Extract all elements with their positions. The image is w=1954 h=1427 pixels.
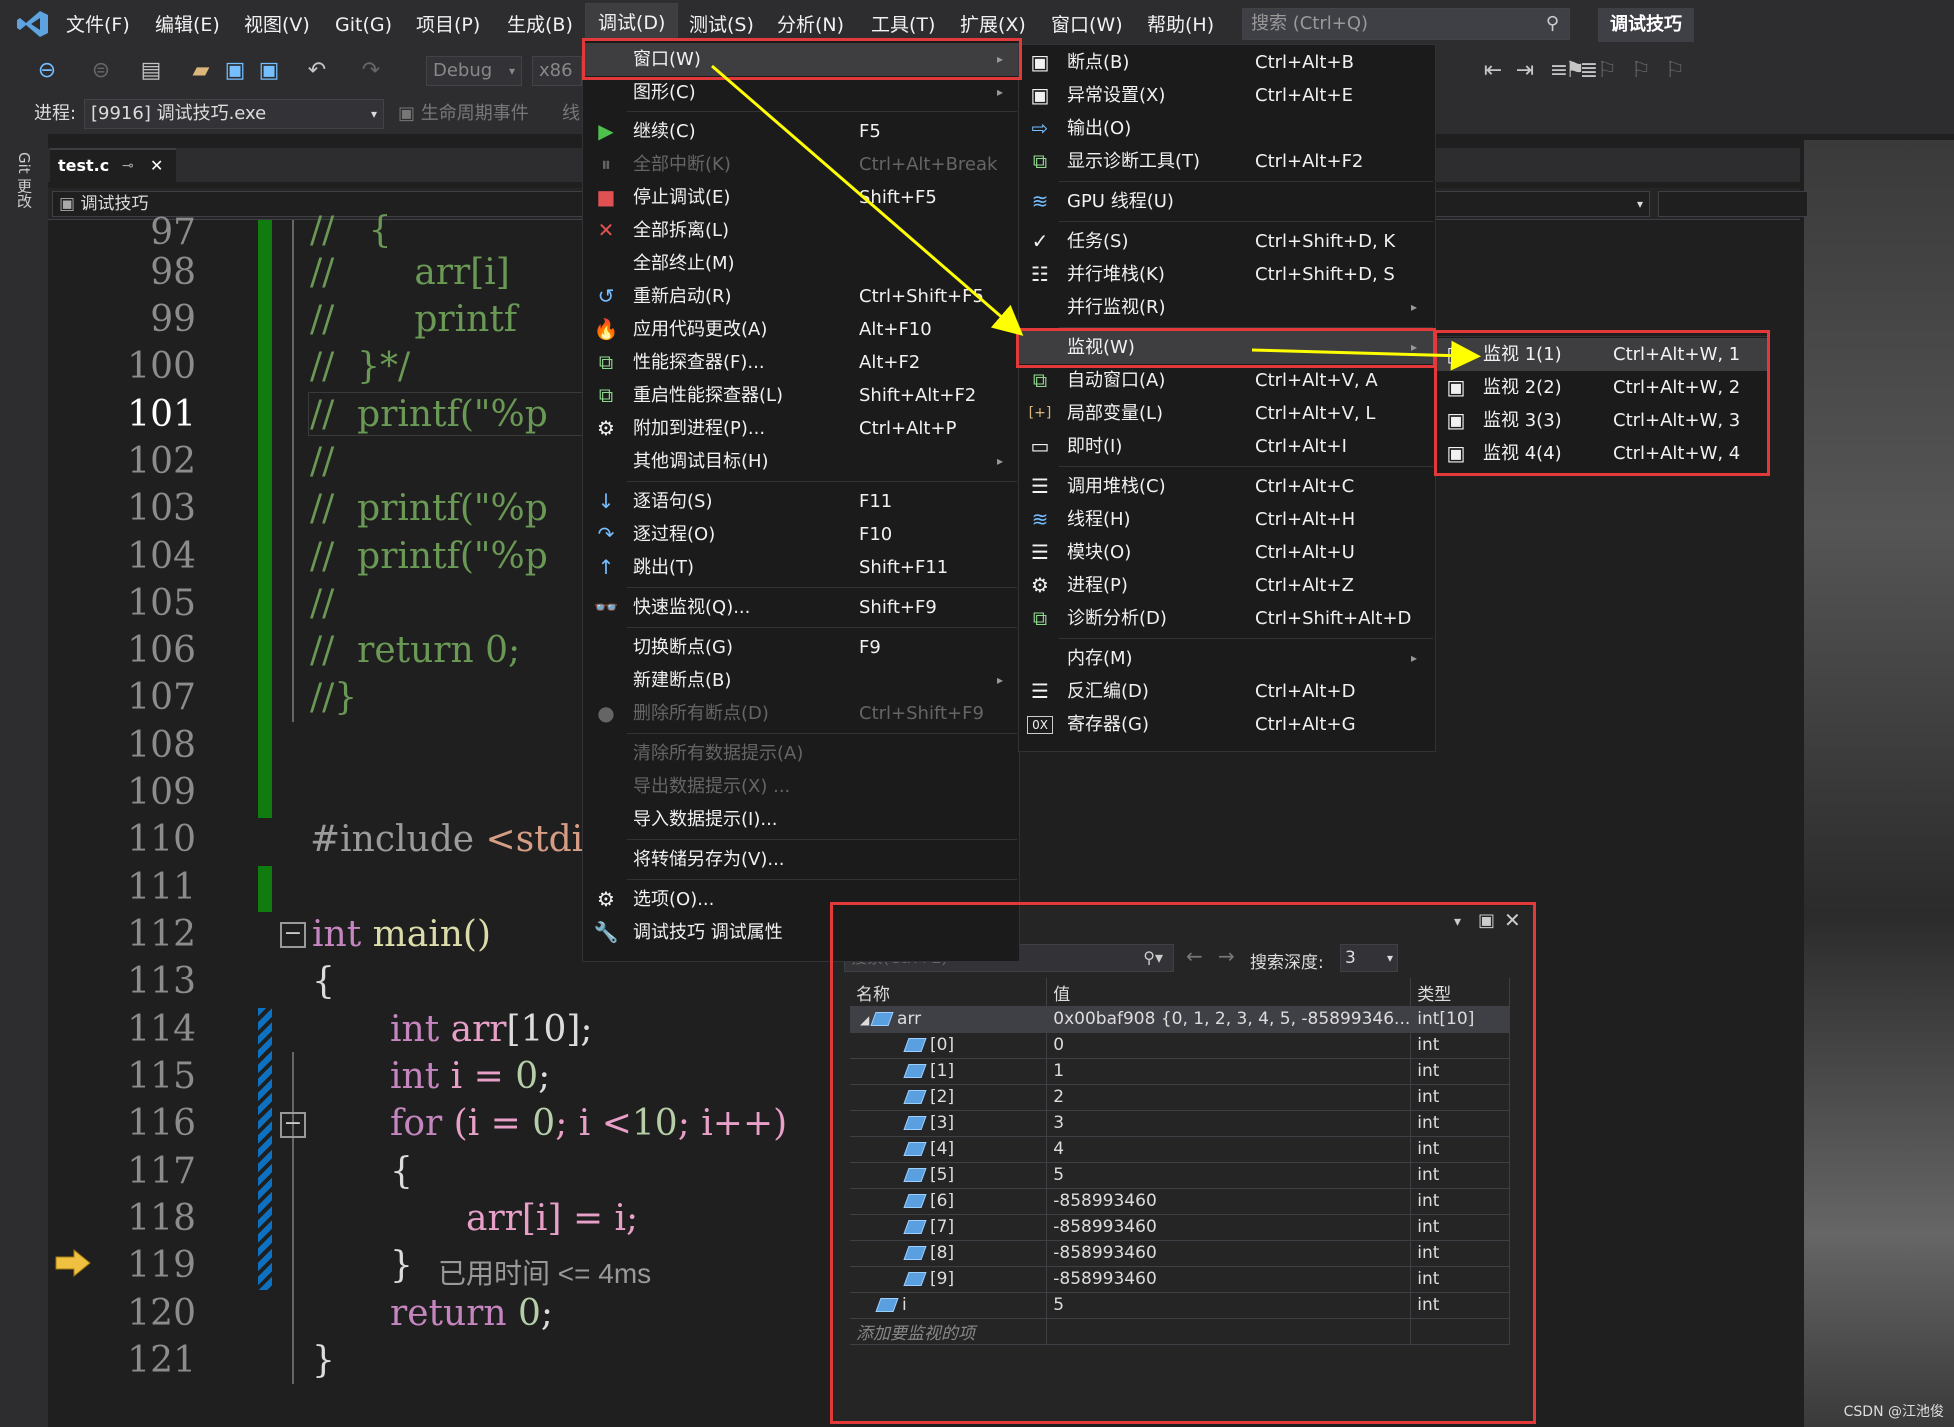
arrow-to-watch-menu <box>711 64 1024 336</box>
watermark: CSDN @江池俊 <box>1843 1404 1944 1420</box>
arrow-to-watch-submenu <box>1251 340 1481 371</box>
annotation-arrows <box>711 64 1481 371</box>
